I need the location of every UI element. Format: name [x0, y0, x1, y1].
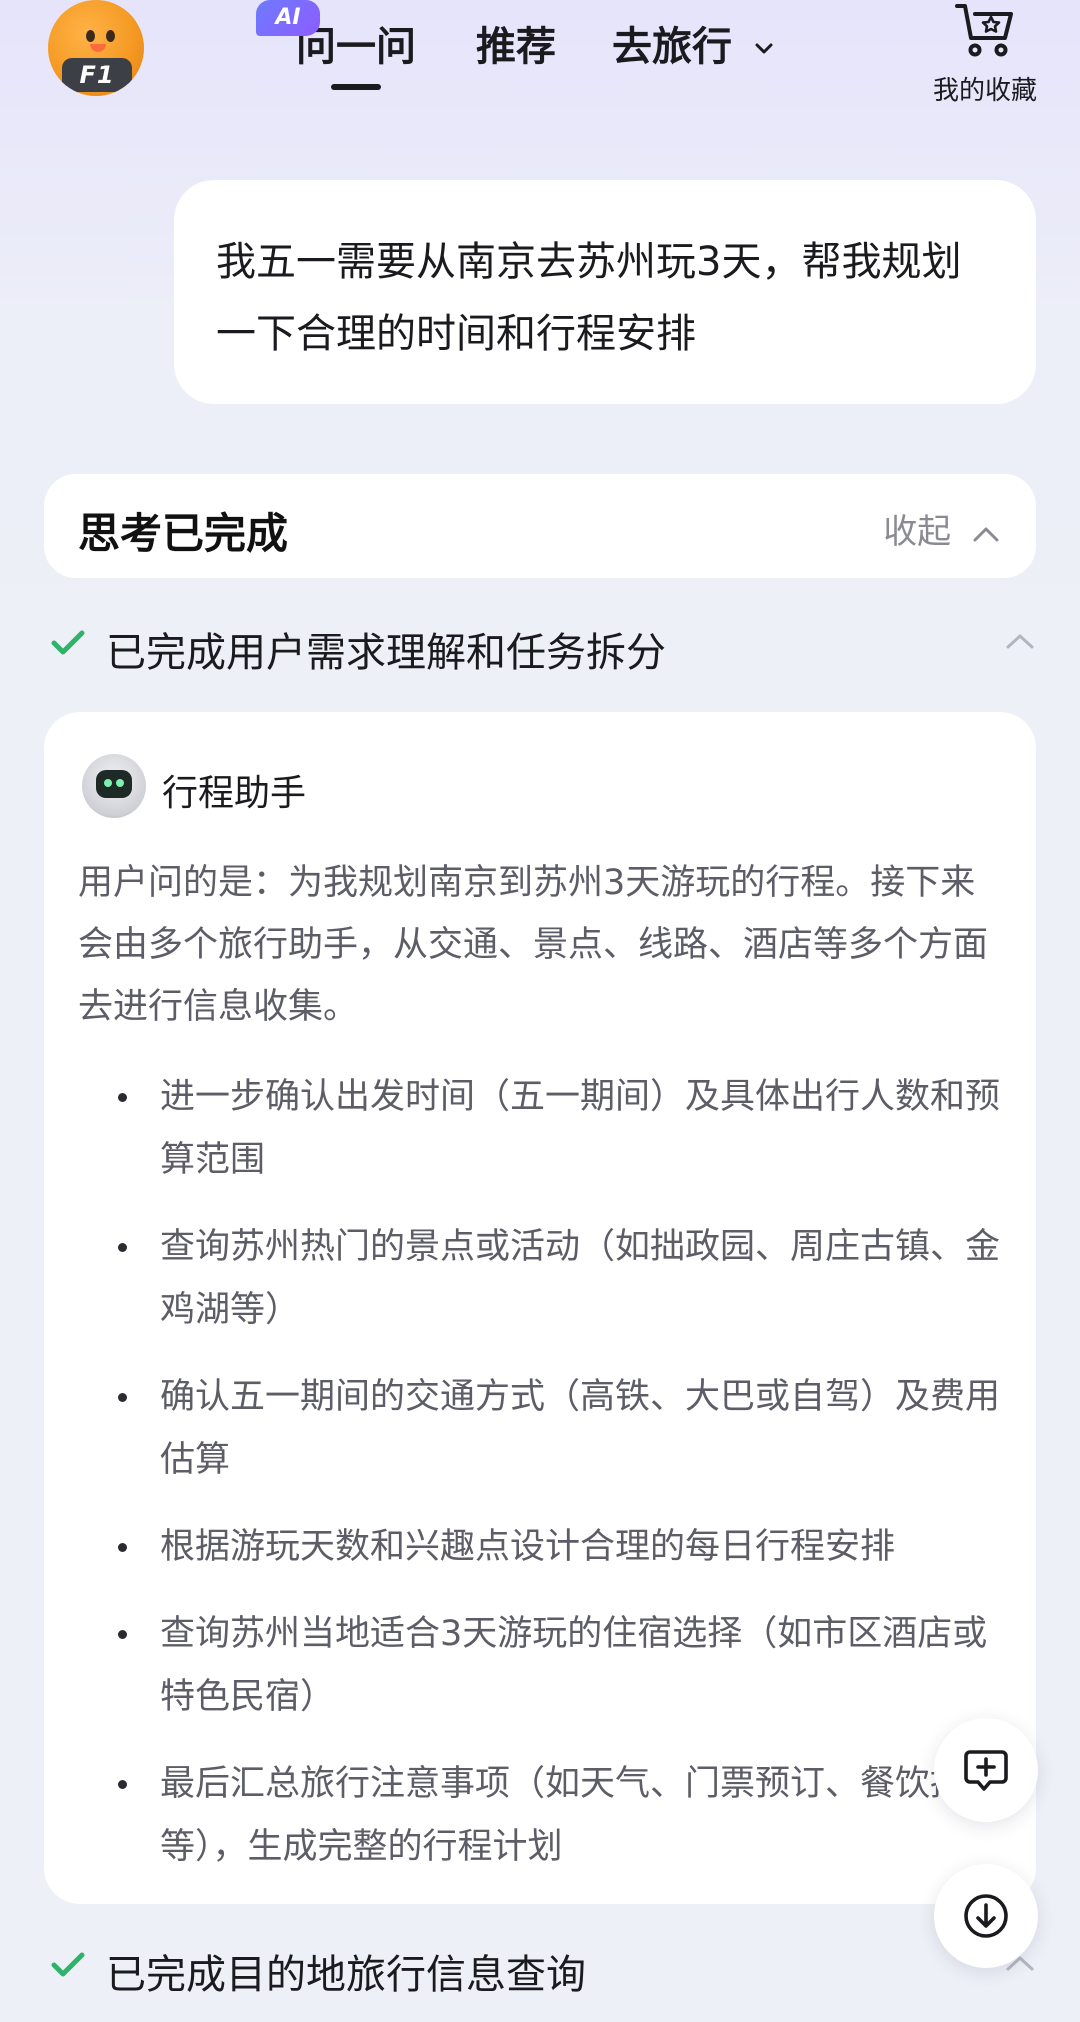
tab-recommend-label: 推荐	[476, 24, 556, 70]
new-chat-button[interactable]	[934, 1718, 1038, 1822]
user-avatar[interactable]: F1	[48, 0, 144, 96]
top-bar: F1 AI 问一问 推荐 去旅行 我的收藏	[0, 0, 1080, 130]
avatar-beak	[90, 44, 106, 52]
chevron-up-icon	[1006, 634, 1034, 649]
collapse-label: 收起	[883, 512, 952, 552]
check-icon	[51, 630, 85, 655]
scroll-down-button[interactable]	[934, 1864, 1038, 1968]
assistant-intro: 用户问的是：为我规划南京到苏州3天游玩的行程。接下来会由多个旅行助手，从交通、景…	[78, 863, 989, 1027]
cart-star-icon	[955, 4, 1013, 57]
step-label: 已完成用户需求理解和任务拆分	[106, 630, 666, 676]
chevron-up-icon	[973, 527, 999, 541]
step-row-destination-info[interactable]: 已完成目的地旅行信息查询	[44, 1934, 1036, 2004]
list-item: 确认五一期间的交通方式（高铁、大巴或自驾）及费用估算	[78, 1366, 1022, 1492]
new-chat-icon	[964, 1750, 1008, 1791]
favorites-button[interactable]: 我的收藏	[920, 0, 1050, 110]
list-item: 查询苏州热门的景点或活动（如拙政园、周庄古镇、金鸡湖等）	[78, 1216, 1022, 1342]
robot-face-icon	[96, 770, 132, 798]
list-item: 进一步确认出发时间（五一期间）及具体出行人数和预算范围	[78, 1066, 1022, 1192]
avatar-eye-right	[106, 30, 115, 42]
tab-ask[interactable]: AI 问一问	[256, 0, 416, 90]
assistant-name: 行程助手	[162, 773, 307, 814]
favorites-label: 我的收藏	[932, 76, 1037, 106]
thinking-header-card: 思考已完成 收起	[44, 474, 1036, 578]
step-label: 已完成目的地旅行信息查询	[106, 1952, 586, 1998]
user-message-bubble: 我五一需要从南京去苏州玩3天，帮我规划一下合理的时间和行程安排	[174, 180, 1036, 404]
list-item: 查询苏州当地适合3天游玩的住宿选择（如市区酒店或特色民宿）	[78, 1603, 1022, 1729]
list-item: 根据游玩天数和兴趣点设计合理的每日行程安排	[78, 1516, 1022, 1579]
task-list: 进一步确认出发时间（五一期间）及具体出行人数和预算范围 查询苏州热门的景点或活动…	[78, 1066, 1022, 1903]
avatar-badge: F1	[62, 58, 132, 92]
avatar-eye-left	[86, 30, 95, 42]
active-tab-indicator	[331, 84, 381, 90]
collapse-button[interactable]: 收起	[883, 504, 1000, 553]
ai-badge: AI	[256, 0, 320, 36]
tab-recommend[interactable]: 推荐	[476, 14, 556, 72]
chevron-down-icon	[755, 43, 773, 54]
list-item: 最后汇总旅行注意事项（如天气、门票预订、餐饮推荐等），生成完整的行程计划	[78, 1753, 1022, 1879]
tab-travel[interactable]: 去旅行	[612, 14, 774, 72]
check-icon	[51, 1952, 85, 1977]
user-message-text: 我五一需要从南京去苏州玩3天，帮我规划一下合理的时间和行程安排	[216, 239, 962, 357]
arrow-down-circle-icon	[964, 1894, 1008, 1938]
assistant-detail-card: 行程助手 用户问的是：为我规划南京到苏州3天游玩的行程。接下来会由多个旅行助手，…	[44, 712, 1036, 1904]
thinking-title: 思考已完成	[78, 509, 289, 558]
assistant-avatar	[82, 754, 146, 818]
step-row-task-breakdown[interactable]: 已完成用户需求理解和任务拆分	[44, 612, 1036, 682]
tab-travel-label: 去旅行	[612, 24, 732, 70]
